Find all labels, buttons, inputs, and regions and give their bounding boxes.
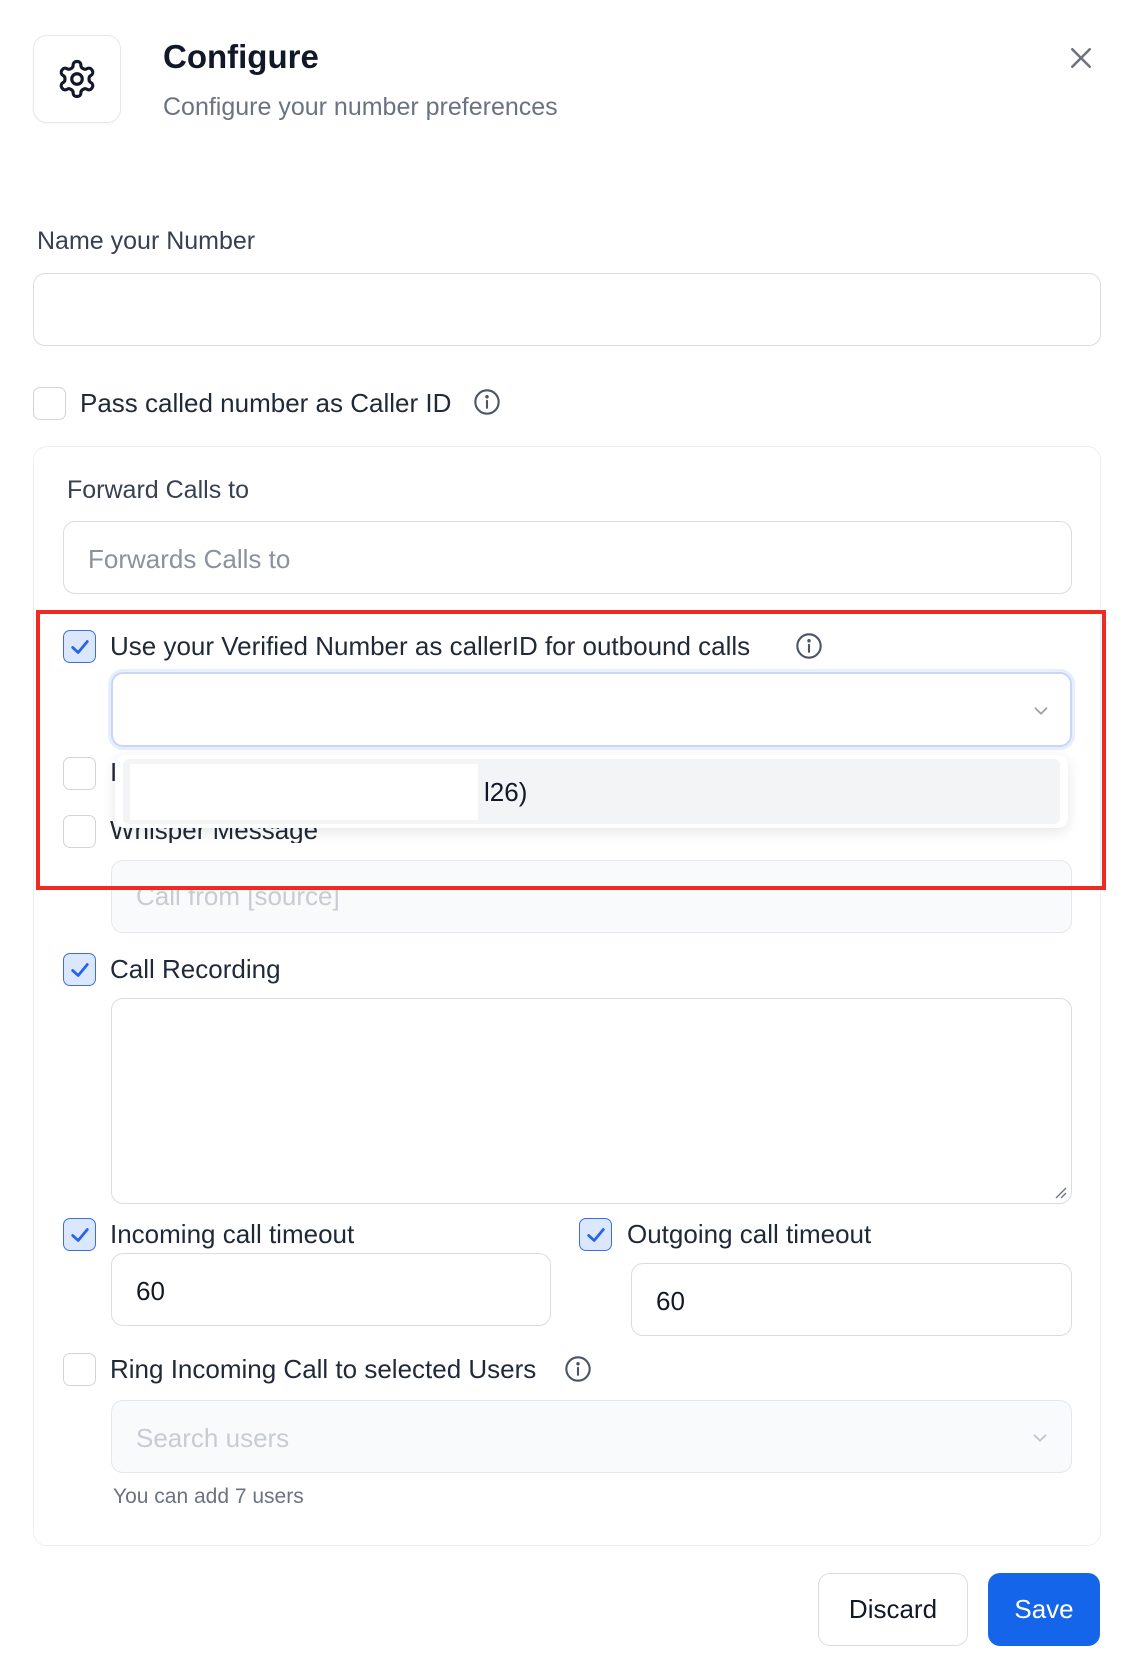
outgoing-timeout-value: 60	[656, 1286, 685, 1316]
name-number-label: Name your Number	[37, 227, 256, 255]
ring-users-helper: You can add 7 users	[113, 1485, 304, 1508]
discard-button[interactable]: Discard	[818, 1573, 968, 1646]
info-icon[interactable]	[473, 388, 501, 416]
chevron-down-icon	[1033, 1434, 1047, 1442]
forward-label: Forward Calls to	[67, 476, 249, 504]
outgoing-timeout-input[interactable]: 60	[631, 1263, 1072, 1336]
incoming-timeout-checkbox[interactable]	[63, 1218, 96, 1251]
call-recording-checkbox[interactable]	[63, 953, 96, 986]
pass-called-checkbox[interactable]	[33, 387, 66, 420]
ring-users-checkbox[interactable]	[63, 1353, 96, 1386]
pass-called-label: Pass called number as Caller ID	[80, 388, 452, 418]
search-users-placeholder: Search users	[136, 1423, 290, 1453]
incoming-timeout-label: Incoming call timeout	[110, 1219, 355, 1249]
name-number-input[interactable]	[33, 273, 1101, 346]
outgoing-timeout-label: Outgoing call timeout	[627, 1219, 872, 1249]
resize-handle-icon[interactable]	[1053, 1185, 1067, 1199]
forward-placeholder: Forwards Calls to	[88, 544, 291, 574]
dialog-title: Configure	[163, 38, 319, 75]
incoming-timeout-value: 60	[136, 1276, 165, 1306]
close-icon	[1071, 48, 1091, 68]
outgoing-timeout-checkbox[interactable]	[579, 1218, 612, 1251]
check-icon	[70, 962, 89, 977]
dialog-subtitle: Configure your number preferences	[163, 93, 558, 121]
highlight-box	[36, 610, 1106, 890]
gear-icon	[59, 59, 95, 99]
search-users-select[interactable]: Search users	[111, 1400, 1072, 1473]
check-icon	[586, 1227, 605, 1242]
info-icon[interactable]	[564, 1355, 592, 1383]
header-icon-box	[33, 35, 121, 123]
call-recording-textarea[interactable]	[111, 998, 1072, 1204]
forward-input[interactable]: Forwards Calls to	[63, 521, 1072, 594]
close-button[interactable]	[1066, 43, 1096, 73]
save-button[interactable]: Save	[988, 1573, 1100, 1646]
check-icon	[70, 1227, 89, 1242]
incoming-timeout-input[interactable]: 60	[111, 1253, 551, 1326]
call-recording-label: Call Recording	[110, 954, 281, 984]
ring-users-label: Ring Incoming Call to selected Users	[110, 1354, 537, 1384]
